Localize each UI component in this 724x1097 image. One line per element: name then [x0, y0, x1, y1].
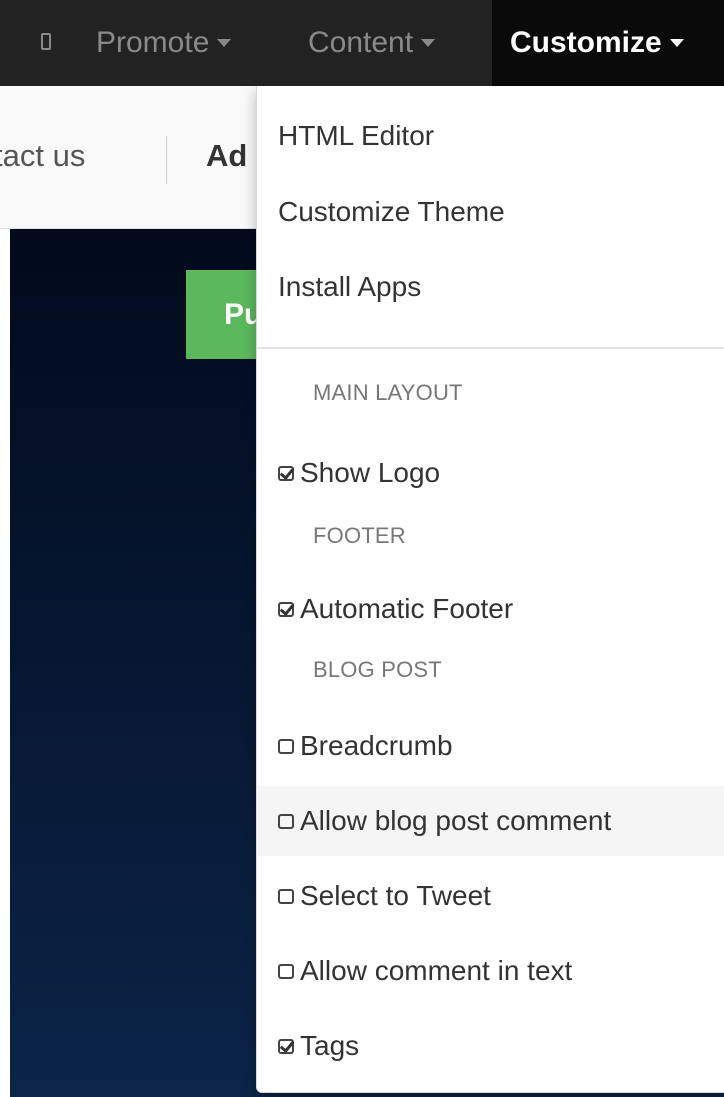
checkbox-unchecked-icon[interactable]	[278, 963, 294, 979]
menu-item-customize-theme[interactable]: Customize Theme	[257, 196, 724, 228]
option-allow-blog-post-comment[interactable]: Allow blog post comment	[257, 786, 724, 856]
option-breadcrumb[interactable]: Breadcrumb	[257, 711, 724, 781]
option-label: Show Logo	[300, 457, 441, 488]
page: Promote Content Customize tact us Ad Pu …	[0, 0, 724, 1097]
top-navbar: Promote Content Customize	[0, 0, 724, 86]
chevron-down-icon	[421, 39, 436, 48]
option-automatic-footer[interactable]: Automatic Footer	[257, 574, 724, 644]
checkbox-unchecked-icon[interactable]	[278, 813, 294, 829]
add-menu-link[interactable]: Ad	[206, 138, 247, 174]
option-label: Allow blog post comment	[300, 805, 612, 836]
option-select-to-tweet[interactable]: Select to Tweet	[257, 861, 724, 931]
checkbox-unchecked-icon[interactable]	[278, 738, 294, 754]
option-label: Tags	[300, 1030, 360, 1061]
checkbox-unchecked-icon[interactable]	[278, 888, 294, 904]
nav-promote[interactable]: Promote	[96, 0, 232, 86]
dropdown-divider	[257, 347, 724, 349]
menu-divider	[166, 136, 167, 184]
option-label: Allow comment in text	[300, 955, 573, 986]
nav-content[interactable]: Content	[308, 0, 436, 86]
option-show-logo[interactable]: Show Logo	[257, 438, 724, 508]
nav-customize-label: Customize	[510, 26, 662, 59]
section-header-main-layout: MAIN LAYOUT	[313, 380, 463, 405]
checkbox-checked-icon[interactable]	[278, 601, 294, 617]
option-label: Select to Tweet	[300, 880, 491, 911]
option-allow-comment-in-text[interactable]: Allow comment in text	[257, 936, 724, 1006]
mobile-phone-icon-shape	[41, 33, 51, 50]
mobile-phone-icon[interactable]	[38, 0, 60, 86]
menu-item-install-apps[interactable]: Install Apps	[257, 271, 724, 303]
hero-edge	[0, 229, 10, 1097]
option-label: Breadcrumb	[300, 730, 453, 761]
section-header-footer: FOOTER	[313, 523, 406, 548]
option-label: Automatic Footer	[300, 593, 514, 624]
chevron-down-icon	[217, 39, 232, 48]
option-tags[interactable]: Tags	[257, 1011, 724, 1081]
contact-us-link[interactable]: tact us	[0, 138, 85, 174]
menu-item-html-editor[interactable]: HTML Editor	[257, 120, 724, 152]
customize-dropdown-menu: HTML Editor Customize Theme Install Apps…	[256, 86, 724, 1093]
nav-content-label: Content	[308, 26, 414, 59]
section-header-blog-post: BLOG POST	[313, 657, 442, 682]
checkbox-checked-icon[interactable]	[278, 465, 294, 481]
chevron-down-icon	[669, 39, 684, 48]
nav-customize[interactable]: Customize	[492, 0, 724, 86]
nav-promote-label: Promote	[96, 26, 210, 59]
checkbox-checked-icon[interactable]	[278, 1038, 294, 1054]
